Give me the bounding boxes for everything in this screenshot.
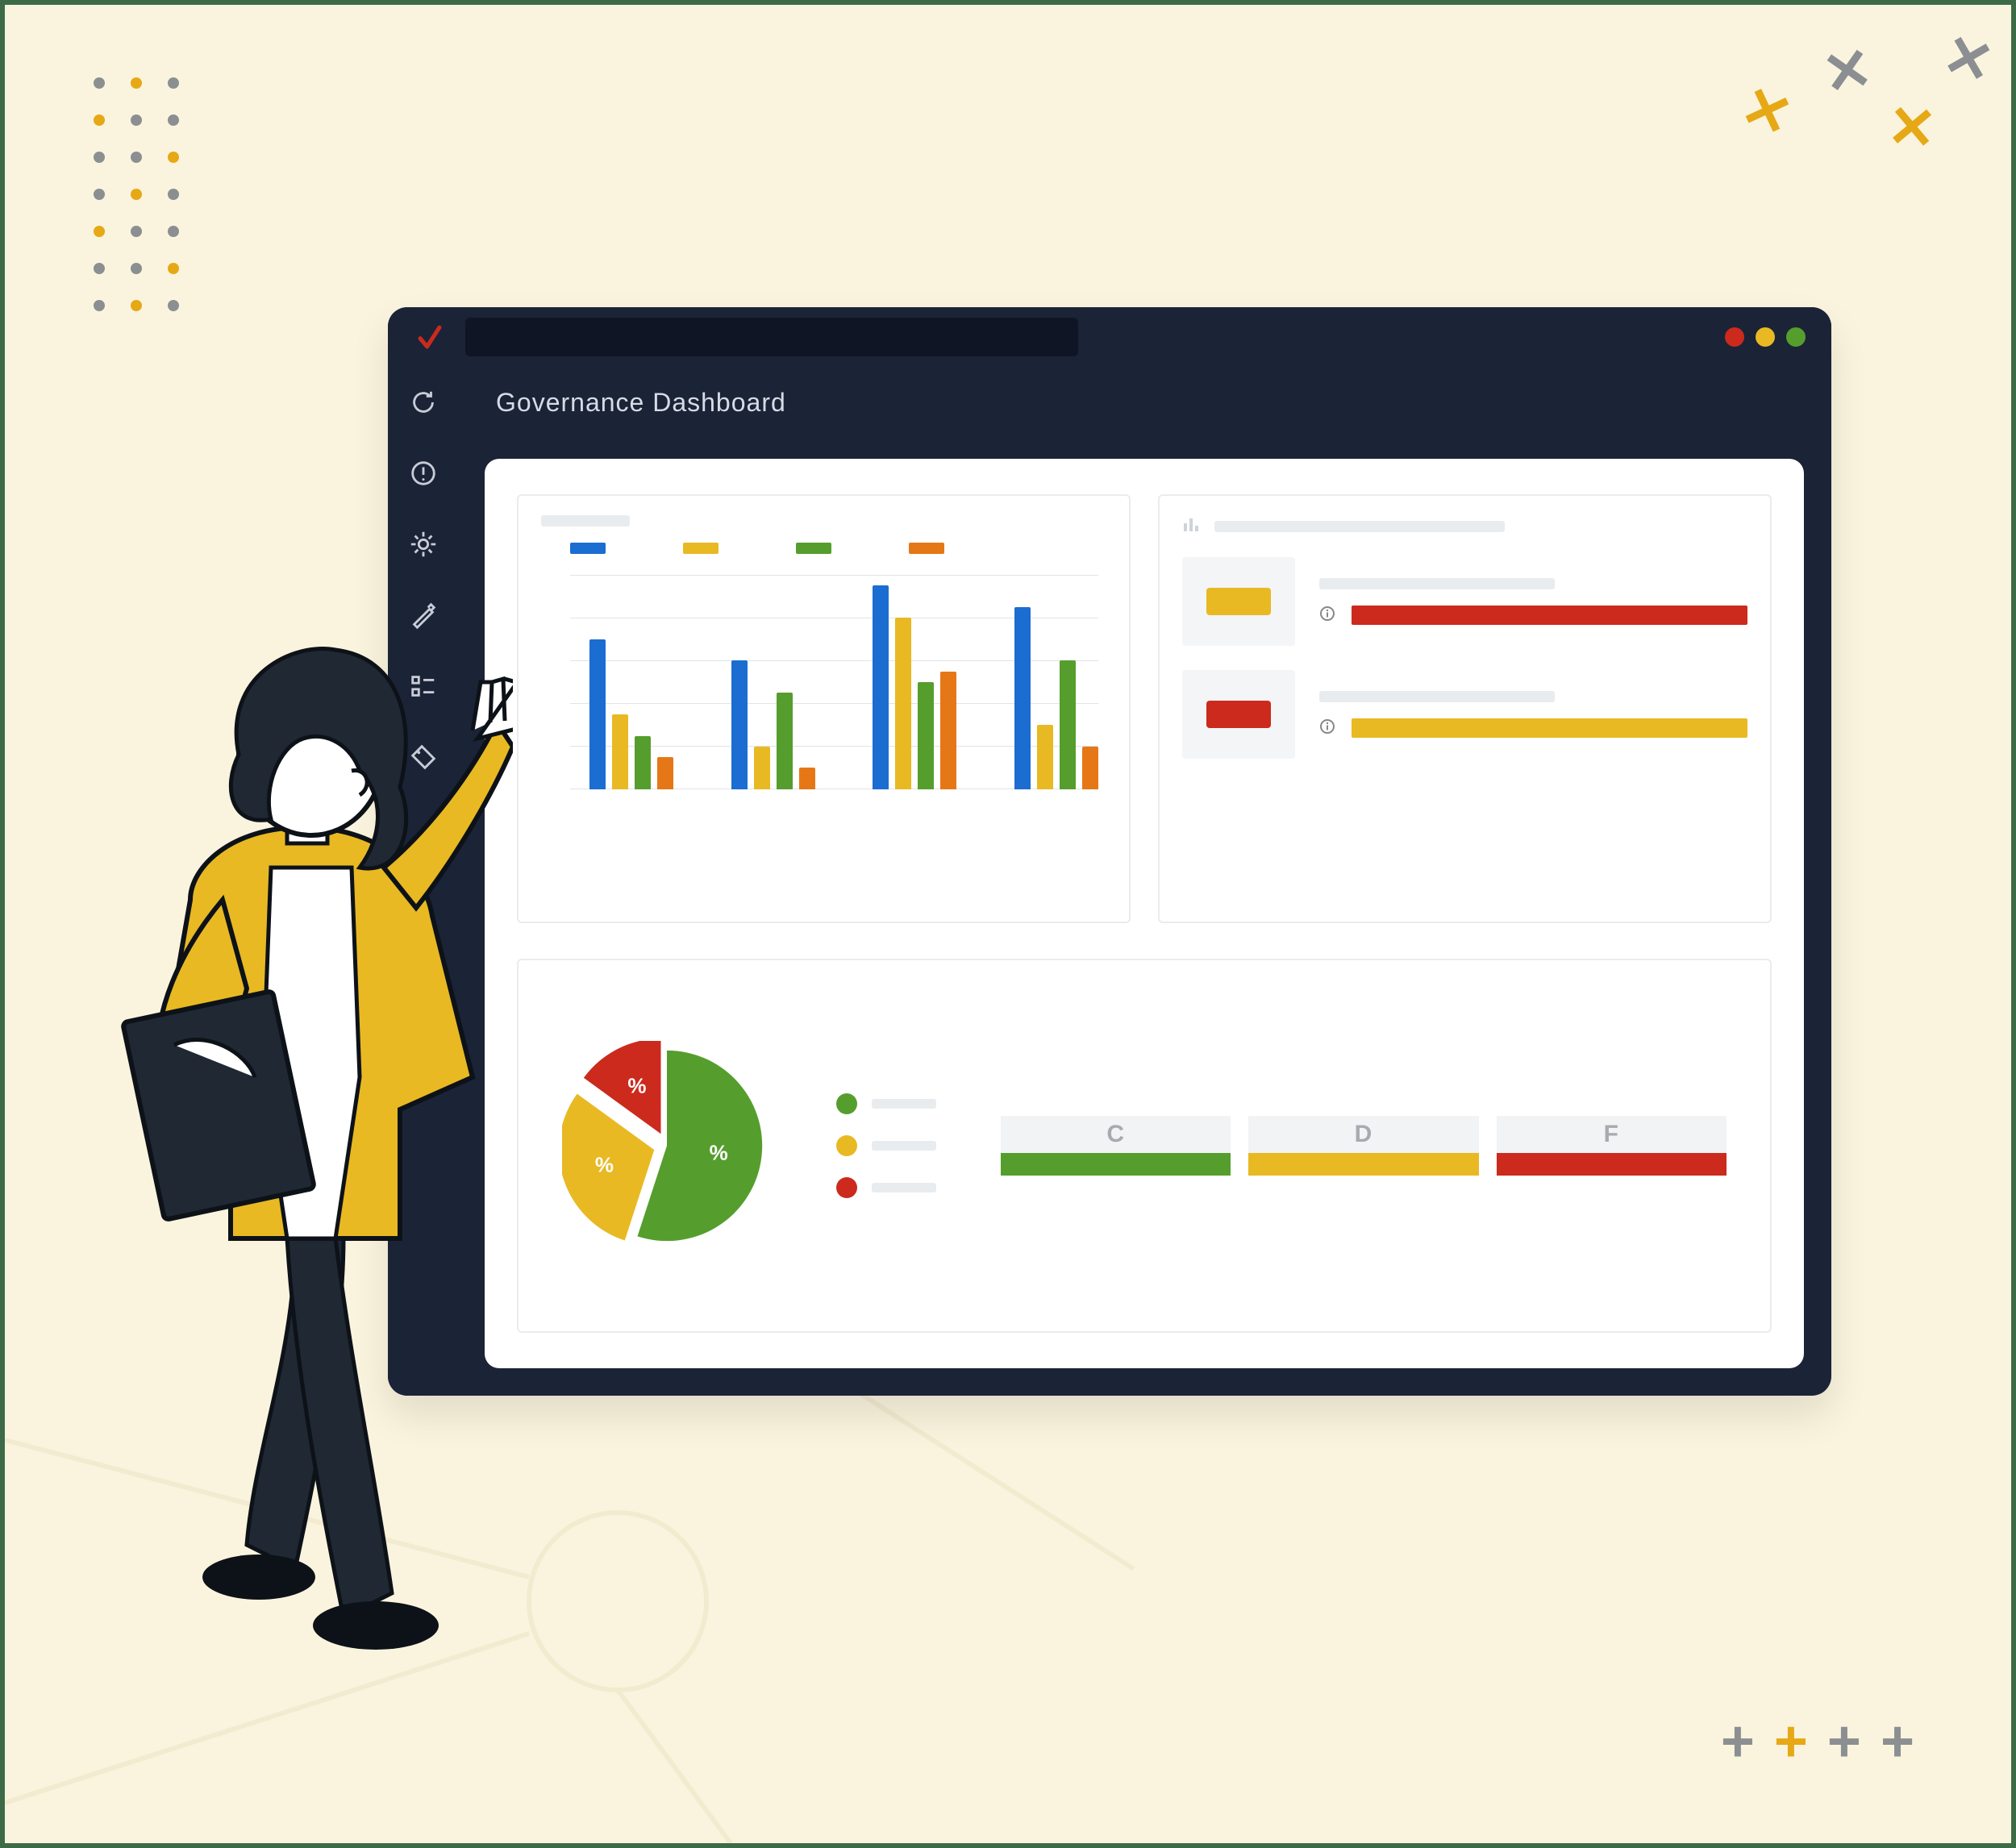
bar	[895, 618, 911, 789]
info-icon[interactable]	[1319, 718, 1339, 738]
info-icon[interactable]	[1319, 606, 1339, 625]
decorative-pluses: ++++	[1721, 1709, 1914, 1775]
status-label-placeholder	[1319, 578, 1555, 589]
card-title-placeholder	[1214, 521, 1505, 532]
pie-slice-label: %	[710, 1140, 728, 1164]
bar	[1082, 747, 1098, 789]
bars-icon	[1182, 515, 1200, 538]
app-window: Governance Dashboard	[388, 307, 1831, 1396]
legend-dot	[836, 1177, 857, 1198]
status-bar	[1352, 606, 1747, 625]
alert-icon[interactable]	[406, 456, 441, 491]
pie-slice-label: %	[595, 1152, 614, 1176]
tag-icon[interactable]	[406, 739, 441, 775]
status-thumb	[1182, 670, 1295, 759]
grade-block: C	[1001, 1116, 1231, 1176]
pie-slice-label: %	[627, 1073, 646, 1097]
grade-bar	[1001, 1153, 1231, 1176]
bar-group	[589, 575, 673, 789]
refresh-icon[interactable]	[406, 385, 441, 420]
decorative-dots	[94, 77, 182, 314]
window-titlebar	[388, 307, 1831, 367]
bar	[731, 660, 748, 789]
legend-dot	[836, 1135, 857, 1156]
pie-grade-card: %%% CDF	[517, 959, 1772, 1333]
legend-label-placeholder	[872, 1099, 936, 1109]
grade-block: D	[1248, 1116, 1478, 1176]
status-row	[1182, 557, 1747, 646]
pie-legend-row	[836, 1135, 936, 1156]
bar	[657, 757, 673, 789]
bar	[940, 672, 956, 789]
status-bar	[1352, 718, 1747, 738]
grade-letter: F	[1497, 1116, 1727, 1153]
app-logo	[414, 321, 446, 353]
bar-chart-card	[517, 494, 1131, 923]
bar-group	[731, 575, 815, 789]
status-row	[1182, 670, 1747, 759]
bar	[873, 585, 889, 789]
bar-chart-legend	[541, 543, 1106, 554]
content-area: %%% CDF	[485, 459, 1804, 1368]
bar	[754, 747, 770, 789]
card-title-placeholder	[541, 515, 630, 527]
gear-icon[interactable]	[406, 527, 441, 562]
pie-legend-row	[836, 1177, 936, 1198]
legend-dot	[836, 1093, 857, 1114]
address-bar[interactable]	[465, 318, 1078, 356]
legend-label-placeholder	[872, 1183, 936, 1192]
pen-icon[interactable]	[406, 597, 441, 633]
bar	[1060, 660, 1076, 789]
grade-letter: C	[1001, 1116, 1231, 1153]
window-close-dot[interactable]	[1725, 327, 1744, 347]
bar	[918, 682, 934, 789]
legend-label-placeholder	[872, 1141, 936, 1151]
grade-blocks: CDF	[1001, 1116, 1727, 1176]
window-controls	[1725, 327, 1806, 347]
legend-swatch-green	[796, 543, 831, 554]
bar	[589, 639, 606, 789]
legend-swatch-blue	[570, 543, 606, 554]
status-thumb	[1182, 557, 1295, 646]
legend-swatch-yellow	[683, 543, 719, 554]
status-chip	[1206, 701, 1271, 728]
pie-chart: %%%	[562, 1041, 772, 1251]
legend-swatch-orange	[909, 543, 944, 554]
bar	[1037, 725, 1053, 789]
bar	[635, 736, 651, 790]
bar-chart-bars	[589, 575, 1098, 789]
bar	[777, 693, 793, 789]
pie-legend-row	[836, 1093, 936, 1114]
list-icon[interactable]	[406, 668, 441, 704]
bar	[1014, 607, 1031, 789]
bar	[612, 714, 628, 789]
grade-bar	[1248, 1153, 1478, 1176]
page-title: Governance Dashboard	[388, 367, 1831, 439]
grade-block: F	[1497, 1116, 1727, 1176]
status-label-placeholder	[1319, 691, 1555, 702]
grade-letter: D	[1248, 1116, 1478, 1153]
status-list-card	[1158, 494, 1772, 923]
bar	[799, 768, 815, 789]
sidebar	[388, 367, 459, 1396]
window-maximize-dot[interactable]	[1786, 327, 1806, 347]
status-chip	[1206, 588, 1271, 615]
bar-group	[873, 575, 956, 789]
grade-bar	[1497, 1153, 1727, 1176]
bar-group	[1014, 575, 1098, 789]
pie-legend	[836, 1093, 936, 1198]
window-minimize-dot[interactable]	[1756, 327, 1775, 347]
